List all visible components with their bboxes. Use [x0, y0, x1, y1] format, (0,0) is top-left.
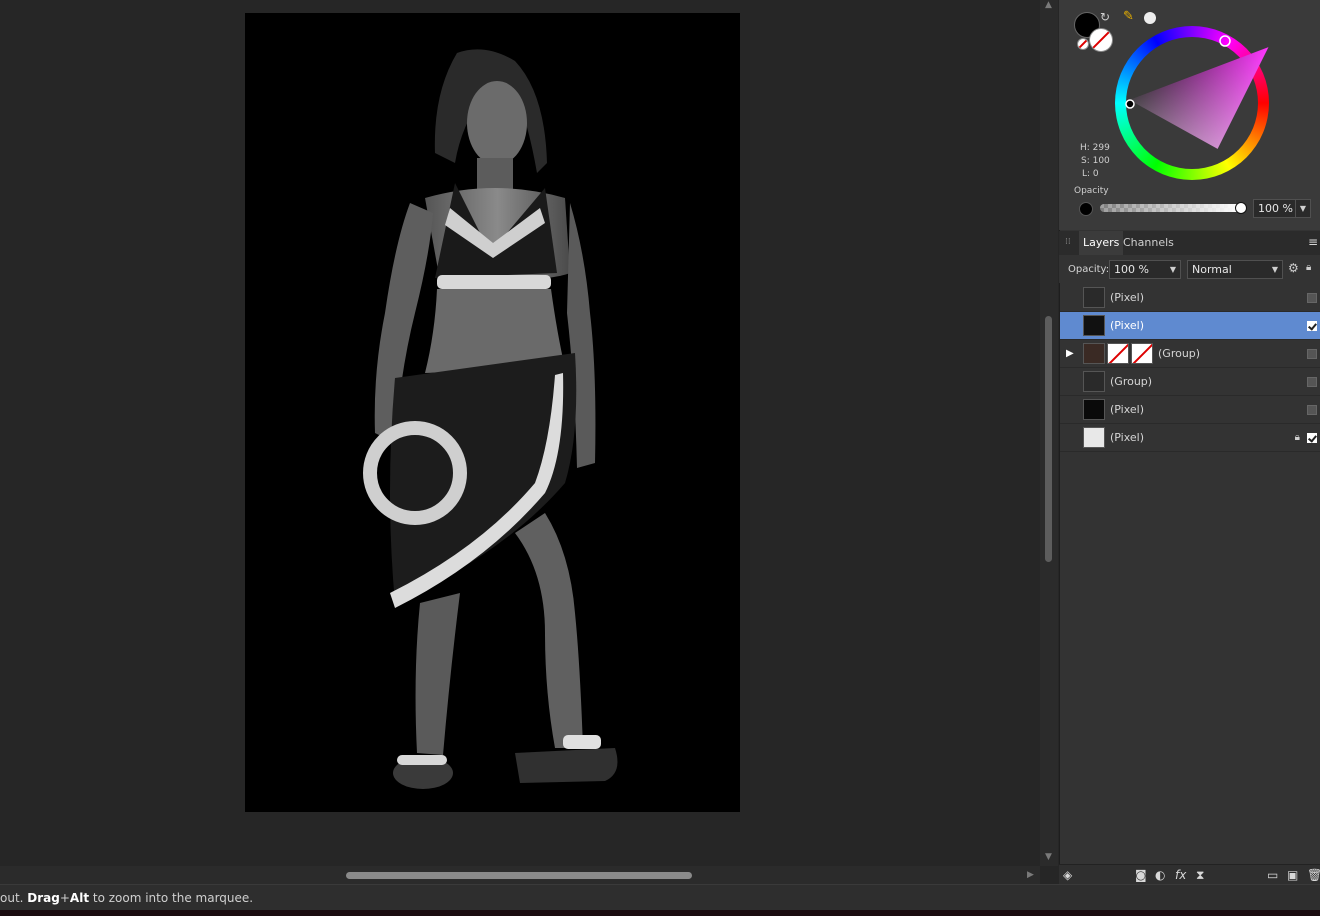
- new-layer-icon[interactable]: ▣: [1287, 867, 1298, 883]
- document-canvas[interactable]: [245, 13, 740, 812]
- layer-name: (Pixel): [1110, 431, 1145, 444]
- color-triangle[interactable]: [1115, 26, 1269, 180]
- tab-layers[interactable]: Layers: [1079, 231, 1124, 255]
- status-prefix: out.: [0, 891, 28, 905]
- opacity-slider[interactable]: [1100, 204, 1240, 212]
- taskbar-strip: [0, 910, 1320, 916]
- status-key-alt: Alt: [69, 891, 90, 905]
- layer-row[interactable]: (Group): [1060, 368, 1320, 396]
- lightness-readout: L: 0: [1082, 169, 1099, 179]
- swap-colors-icon[interactable]: ↻: [1100, 10, 1110, 24]
- layer-name: (Group): [1158, 347, 1201, 360]
- visibility-checkbox[interactable]: [1307, 433, 1317, 443]
- panel-menu-icon[interactable]: ≡: [1308, 235, 1318, 249]
- chevron-down-icon[interactable]: ▼: [1294, 200, 1306, 218]
- layer-thumbnail: [1083, 399, 1105, 420]
- mask-thumbnail: [1107, 343, 1129, 364]
- horizontal-scroll-thumb[interactable]: [346, 872, 692, 879]
- blend-mode-select[interactable]: Normal ▼: [1187, 260, 1283, 279]
- layer-thumbnail: [1083, 315, 1105, 336]
- layer-row[interactable]: (Pixel): [1060, 396, 1320, 424]
- adjustment-thumbnail: [1131, 343, 1153, 364]
- chevron-down-icon[interactable]: ▼: [1272, 261, 1278, 279]
- opacity-label: Opacity: [1074, 186, 1109, 196]
- opacity-value: 100 %: [1258, 202, 1293, 215]
- layer-name: (Pixel): [1110, 291, 1145, 304]
- color-panel: ↻ ✎ H: 299 S: 100 L: 0 Opacity: [1059, 0, 1320, 230]
- secondary-color-swatch[interactable]: [1089, 28, 1113, 52]
- blend-mode-value: Normal: [1192, 263, 1232, 276]
- visibility-checkbox[interactable]: [1307, 377, 1317, 387]
- lock-icon[interactable]: 🔒︎: [1295, 432, 1300, 443]
- layer-thumbnail: [1083, 287, 1105, 308]
- status-bar: out. Drag+Alt to zoom into the marquee.: [0, 884, 1320, 911]
- scroll-right-icon[interactable]: ▶: [1027, 870, 1034, 880]
- layer-thumbnail: [1083, 371, 1105, 392]
- status-suffix: to zoom into the marquee.: [89, 891, 254, 905]
- trash-icon[interactable]: 🗑︎: [1307, 867, 1320, 883]
- visibility-checkbox[interactable]: [1307, 293, 1317, 303]
- artwork-figure: [363, 49, 618, 789]
- color-wheel[interactable]: [1115, 26, 1269, 180]
- adjustment-icon[interactable]: ◐: [1155, 867, 1165, 883]
- grip-icon[interactable]: ⁞⁞: [1065, 237, 1071, 247]
- fx-icon[interactable]: fx: [1175, 867, 1186, 883]
- layer-opacity-value: 100 %: [1114, 263, 1149, 276]
- layer-name: (Group): [1110, 375, 1153, 388]
- visibility-checkbox[interactable]: [1307, 349, 1317, 359]
- vertical-scroll-thumb[interactable]: [1045, 316, 1052, 562]
- status-plus: +: [59, 891, 70, 905]
- opacity-color-dot: [1079, 202, 1093, 216]
- tab-channels[interactable]: Channels: [1119, 231, 1178, 255]
- layer-row[interactable]: (Pixel): [1060, 312, 1320, 340]
- horizontal-scrollbar[interactable]: ▶: [0, 866, 1040, 884]
- hue-readout: H: 299: [1080, 143, 1110, 153]
- opacity-value-field[interactable]: 100 % ▼: [1253, 199, 1311, 218]
- color-picker-icon[interactable]: ✎: [1123, 9, 1134, 24]
- layers-footer-toolbar: ◈ ◙ ◐ fx ⧗ ▭ ▣ 🗑︎: [1059, 864, 1320, 885]
- layer-name: (Pixel): [1110, 403, 1145, 416]
- lock-icon[interactable]: 🔒︎: [1306, 262, 1311, 273]
- layer-opacity-label: Opacity:: [1068, 264, 1110, 275]
- expand-triangle-icon[interactable]: ▶: [1066, 348, 1074, 359]
- chevron-down-icon[interactable]: ▼: [1170, 261, 1176, 279]
- layer-thumbnail: [1083, 427, 1105, 448]
- opacity-slider-handle[interactable]: [1235, 202, 1247, 214]
- layer-opacity-field[interactable]: 100 % ▼: [1109, 260, 1181, 279]
- layer-name: (Pixel): [1110, 319, 1145, 332]
- picked-color-swatch[interactable]: [1144, 12, 1156, 24]
- folder-icon[interactable]: ▭: [1267, 867, 1278, 883]
- layer-row[interactable]: (Pixel): [1060, 284, 1320, 312]
- layer-thumbnail: [1083, 343, 1105, 364]
- layers-stack-icon[interactable]: ◈: [1063, 867, 1072, 883]
- layer-options-bar: Opacity: 100 % ▼ Normal ▼ ⚙ 🔒︎: [1059, 255, 1320, 283]
- vertical-scrollbar[interactable]: ▲ ▼: [1040, 0, 1058, 866]
- panel-tabs: ⁞⁞ Layers Channels ≡: [1059, 231, 1320, 255]
- saturation-readout: S: 100: [1081, 156, 1110, 166]
- scroll-up-icon[interactable]: ▲: [1045, 0, 1052, 10]
- status-key-drag: Drag: [27, 891, 60, 905]
- layer-row[interactable]: ▶ (Group): [1060, 340, 1320, 368]
- scroll-down-icon[interactable]: ▼: [1045, 852, 1052, 862]
- hourglass-icon[interactable]: ⧗: [1196, 867, 1204, 883]
- gear-icon[interactable]: ⚙: [1288, 261, 1299, 275]
- transparent-swatch[interactable]: [1077, 38, 1089, 50]
- layer-row[interactable]: (Pixel) 🔒︎: [1060, 424, 1320, 452]
- canvas-area[interactable]: [0, 0, 1040, 866]
- mask-layer-icon[interactable]: ◙: [1135, 867, 1147, 883]
- visibility-checkbox[interactable]: [1307, 321, 1317, 331]
- visibility-checkbox[interactable]: [1307, 405, 1317, 415]
